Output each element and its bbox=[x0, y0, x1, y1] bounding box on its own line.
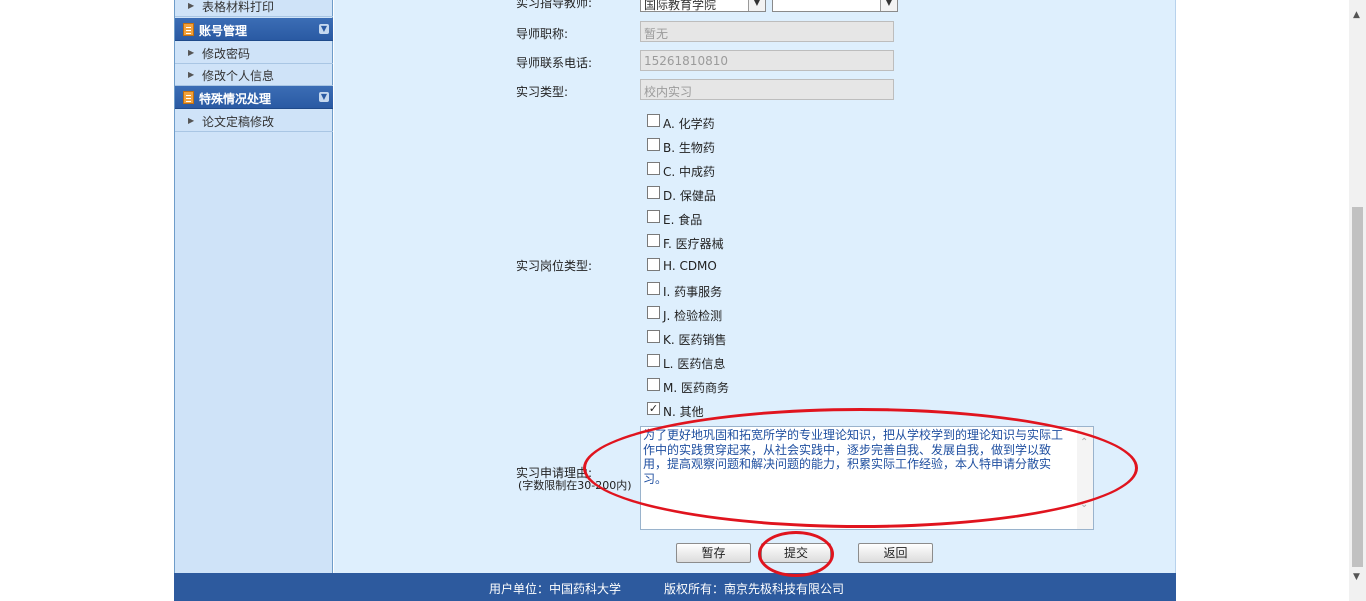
collapse-icon[interactable]: ▼ bbox=[319, 92, 329, 102]
document-icon bbox=[183, 23, 194, 36]
checkbox-checked[interactable]: ✓ bbox=[647, 402, 660, 415]
back-button[interactable]: 返回 bbox=[858, 543, 933, 563]
option-label: F. 医疗器械 bbox=[663, 237, 724, 251]
annotation-ellipse-reason bbox=[583, 408, 1138, 528]
footer-copyright: 版权所有：南京先极科技有限公司 bbox=[664, 582, 845, 596]
supervisor-phone-value: 15261810810 bbox=[644, 54, 728, 68]
option-label: A. 化学药 bbox=[663, 117, 715, 131]
bullet-arrow-icon: ▶ bbox=[188, 70, 195, 79]
supervisor-college-value: 国际教育学院 bbox=[644, 0, 717, 12]
sidebar: ▶ 表格材料打印 账号管理 ▼ ▶ 修改密码 ▶ 修改个人信息 特殊情况处理 ▼… bbox=[174, 0, 333, 573]
checkbox[interactable] bbox=[647, 186, 660, 199]
internship-type-value: 校内实习 bbox=[644, 85, 693, 99]
option-label: C. 中成药 bbox=[663, 165, 716, 179]
supervisor-name-select[interactable]: ▼ bbox=[772, 0, 898, 12]
sidebar-item-label: 修改密码 bbox=[202, 47, 251, 61]
supervisor-title-field: 暂无 bbox=[640, 21, 894, 42]
footer: 用户单位：中国药科大学 版权所有：南京先极科技有限公司 bbox=[174, 573, 1176, 601]
sidebar-item-print-forms[interactable]: ▶ 表格材料打印 bbox=[175, 0, 333, 17]
sidebar-item-change-password[interactable]: ▶ 修改密码 bbox=[175, 42, 333, 64]
page: ▶ 表格材料打印 账号管理 ▼ ▶ 修改密码 ▶ 修改个人信息 特殊情况处理 ▼… bbox=[0, 0, 1366, 601]
option-label: J. 检验检测 bbox=[663, 309, 723, 323]
option-label: I. 药事服务 bbox=[663, 285, 723, 299]
checkbox[interactable] bbox=[647, 138, 660, 151]
chevron-down-icon: ▼ bbox=[880, 0, 897, 11]
checkbox[interactable] bbox=[647, 114, 660, 127]
option-label: N. 其他 bbox=[663, 405, 704, 419]
checkbox[interactable] bbox=[647, 258, 660, 271]
option-label: L. 医药信息 bbox=[663, 357, 726, 371]
option-label: B. 生物药 bbox=[663, 141, 715, 155]
checkbox[interactable] bbox=[647, 282, 660, 295]
footer-unit: 用户单位：中国药科大学 bbox=[489, 582, 622, 596]
supervisor-title-label: 导师职称: bbox=[516, 27, 569, 41]
checkbox[interactable] bbox=[647, 306, 660, 319]
option-label: K. 医药销售 bbox=[663, 333, 727, 347]
collapse-icon[interactable]: ▼ bbox=[319, 24, 329, 34]
scroll-up-icon[interactable]: ▲ bbox=[1353, 10, 1360, 20]
scroll-down-icon[interactable]: ▼ bbox=[1353, 572, 1360, 582]
option-label: D. 保健品 bbox=[663, 189, 716, 203]
checkbox[interactable] bbox=[647, 378, 660, 391]
internship-type-field: 校内实习 bbox=[640, 79, 894, 100]
bullet-arrow-icon: ▶ bbox=[188, 116, 195, 125]
supervisor-phone-field: 15261810810 bbox=[640, 50, 894, 71]
bullet-arrow-icon: ▶ bbox=[188, 1, 195, 10]
position-type-label: 实习岗位类型: bbox=[516, 259, 593, 273]
supervisor-title-value: 暂无 bbox=[644, 27, 669, 41]
sidebar-header-label: 特殊情况处理 bbox=[199, 92, 272, 106]
sidebar-item-label: 表格材料打印 bbox=[202, 0, 275, 14]
option-label: M. 医药商务 bbox=[663, 381, 729, 395]
sidebar-item-label: 修改个人信息 bbox=[202, 69, 275, 83]
checkbox[interactable] bbox=[647, 330, 660, 343]
scrollbar-thumb[interactable] bbox=[1352, 207, 1363, 567]
checkbox[interactable] bbox=[647, 234, 660, 247]
save-draft-button[interactable]: 暂存 bbox=[676, 543, 751, 563]
sidebar-item-thesis-final-edit[interactable]: ▶ 论文定稿修改 bbox=[175, 110, 333, 132]
document-icon bbox=[183, 91, 194, 104]
sidebar-item-edit-profile[interactable]: ▶ 修改个人信息 bbox=[175, 64, 333, 86]
sidebar-header-special-cases[interactable]: 特殊情况处理 ▼ bbox=[175, 86, 333, 109]
bullet-arrow-icon: ▶ bbox=[188, 48, 195, 57]
annotation-ellipse-submit bbox=[758, 531, 834, 577]
internship-type-label: 实习类型: bbox=[516, 85, 569, 99]
page-scrollbar[interactable]: ▲ ▼ bbox=[1349, 0, 1366, 601]
checkbox[interactable] bbox=[647, 210, 660, 223]
checkbox[interactable] bbox=[647, 162, 660, 175]
sidebar-header-label: 账号管理 bbox=[199, 24, 248, 38]
option-label: H. CDMO bbox=[663, 259, 717, 273]
checkbox[interactable] bbox=[647, 354, 660, 367]
sidebar-header-account[interactable]: 账号管理 ▼ bbox=[175, 18, 333, 41]
sidebar-item-label: 论文定稿修改 bbox=[202, 115, 275, 129]
supervisor-phone-label: 导师联系电话: bbox=[516, 56, 593, 70]
chevron-down-icon: ▼ bbox=[748, 0, 765, 11]
supervisor-college-select[interactable]: 国际教育学院 ▼ bbox=[640, 0, 766, 12]
supervisor-label: 实习指导教师: bbox=[516, 0, 593, 10]
option-label: E. 食品 bbox=[663, 213, 703, 227]
